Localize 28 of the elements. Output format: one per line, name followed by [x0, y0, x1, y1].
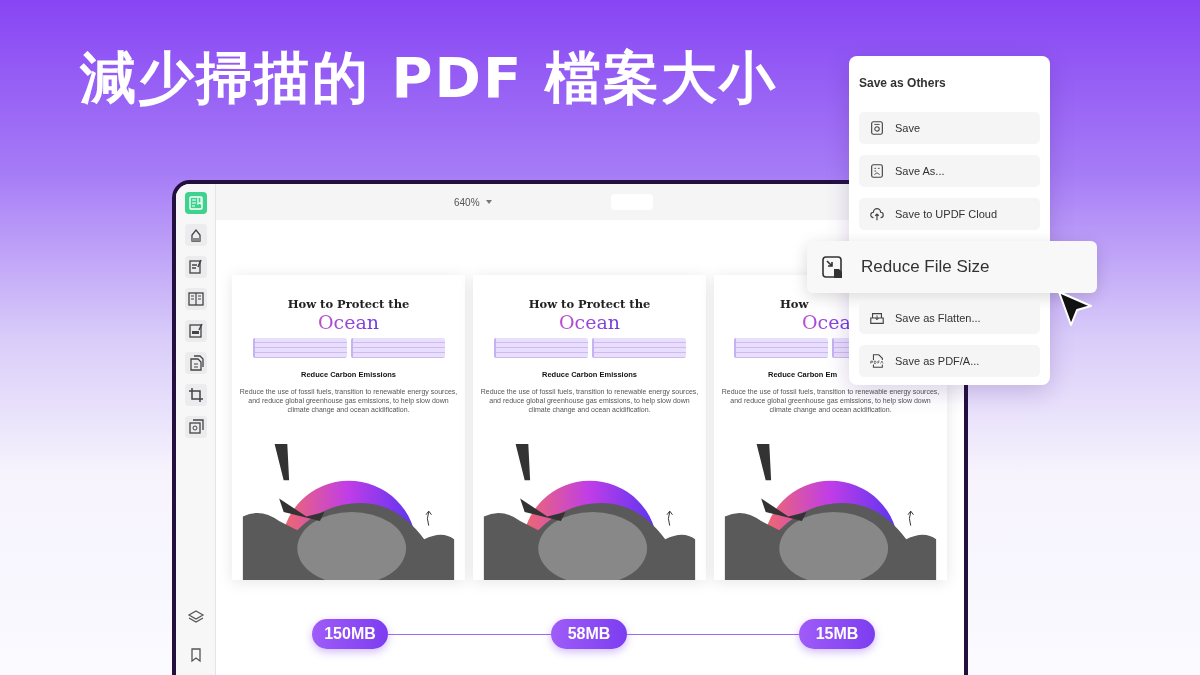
crop-tool-icon[interactable]: [184, 384, 207, 406]
menu-item[interactable]: Save to UPDF Cloud: [859, 198, 1040, 230]
cloud-upload-icon: [869, 206, 885, 222]
headline: 減少掃描的 PDF 檔案大小: [80, 50, 777, 106]
caret-icon[interactable]: [485, 200, 492, 204]
compress-file-icon: [821, 255, 845, 279]
menu-item[interactable]: Save As...: [859, 155, 1040, 187]
form-tool-icon[interactable]: [184, 320, 207, 342]
menu-item[interactable]: Save as PDF/A...: [859, 345, 1040, 377]
combine-tool-icon[interactable]: [184, 416, 207, 438]
menu-item[interactable]: Reduce File Size: [807, 241, 1097, 293]
pages-tool-icon[interactable]: [184, 352, 207, 374]
file-size-badge: 15MB: [799, 619, 875, 649]
zoom-level[interactable]: 640%: [454, 196, 480, 208]
page-title: How to Protect the: [528, 297, 651, 311]
edit-tool-icon[interactable]: [184, 256, 207, 278]
pdf-file-icon: [869, 353, 885, 369]
columns-tool-icon[interactable]: [184, 288, 207, 310]
file-size-badge: 150MB: [312, 619, 388, 649]
menu-item[interactable]: Save as Flatten...: [859, 302, 1040, 334]
page-title: How: [780, 297, 809, 311]
cursor-icon: [1055, 288, 1095, 328]
page-title: How to Protect the: [287, 297, 410, 311]
document-icon: [869, 163, 885, 179]
file-size-badge: 58MB: [551, 619, 627, 649]
menu-title: Save as Others: [859, 76, 947, 90]
menu-item[interactable]: Save: [859, 112, 1040, 144]
tray-download-icon: [869, 310, 885, 326]
